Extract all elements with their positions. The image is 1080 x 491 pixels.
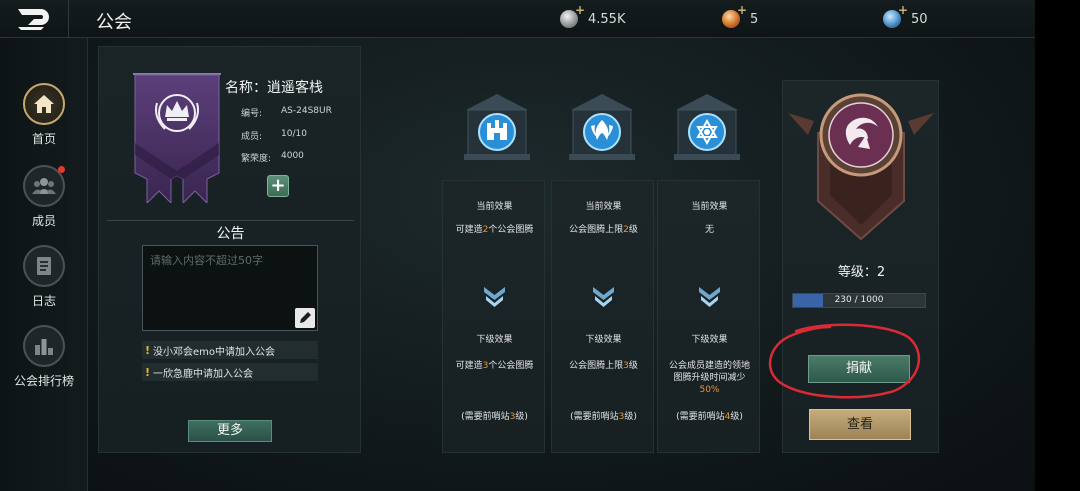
current-effect-text: 无: [704, 225, 714, 235]
next-effect-percent: 50%: [699, 385, 720, 395]
message-text: 一欣急鹿中请加入公会: [153, 368, 254, 380]
nav-label: 首页: [31, 132, 56, 146]
totem-card: 当前效果 可建造2个公会图腾 下级效果 可建造3个公会图腾 (需要前哨站3级): [442, 180, 545, 453]
screen-edge: [1035, 0, 1080, 491]
next-effect-label: 下级效果: [476, 335, 513, 345]
notice-input[interactable]: 请输入内容不超过50字: [142, 245, 318, 331]
totem-card: 当前效果 公会图腾上限2级 下级效果 公会图腾上限3级 (需要前哨站3级): [551, 180, 654, 453]
game-screen: 公会 + 4.55K + 5 + 50 首页 成员 日志 公会排行榜 名称：逍遥…: [0, 0, 1035, 491]
requirement-text: (需要前哨站3级): [461, 412, 528, 422]
next-effect-label: 下级效果: [585, 335, 622, 345]
nav-label: 公会排行榜: [13, 374, 74, 388]
nav-home-circle: [23, 83, 65, 125]
current-effect-label: 当前效果: [476, 202, 513, 212]
chevron-down-icon: [699, 287, 720, 307]
top-divider: [68, 0, 69, 38]
view-button[interactable]: 查看: [809, 409, 911, 440]
resource-value: 4.55K: [588, 11, 626, 27]
plus-icon: +: [897, 3, 908, 17]
requirement-text: (需要前哨站4级): [676, 412, 743, 422]
current-effect-text: 可建造2个公会图腾: [455, 225, 534, 235]
nav-home[interactable]: 首页: [0, 83, 88, 147]
nav-members-circle: [23, 165, 65, 207]
notice-title: 公告: [216, 226, 245, 242]
chevron-down-icon: [593, 287, 614, 307]
blue-gem-icon: +: [883, 3, 908, 28]
guild-prosperity-row: 繁荣度: 4000: [241, 151, 304, 164]
page-title: 公会: [96, 12, 132, 33]
nav-label: 成员: [31, 214, 56, 228]
star-totem-icon[interactable]: [672, 92, 742, 162]
current-effect-label: 当前效果: [691, 202, 728, 212]
next-effect-label: 下级效果: [691, 335, 728, 345]
xp-progress-bar: 230 / 1000: [792, 293, 926, 308]
next-effect-text: 公会图腾上限3级: [569, 361, 638, 371]
nav-label: 日志: [31, 294, 56, 308]
guild-name: 名称：逍遥客栈: [225, 80, 323, 96]
exclamation-icon: !: [145, 365, 151, 379]
exclamation-icon: !: [145, 343, 151, 357]
current-effect-text: 公会图腾上限2级: [569, 225, 638, 235]
nav-ranking-circle: [23, 325, 65, 367]
guild-prosperity-label: 繁荣度:: [241, 154, 272, 164]
guild-level-label: 等级：2: [837, 265, 886, 280]
guild-id-label: 编号:: [241, 109, 263, 119]
plus-icon: +: [736, 3, 747, 17]
join-message: ! 没小邓会emo中请加入公会: [142, 341, 318, 359]
guild-level-panel: 等级：2 230 / 1000 捐献 查看: [782, 80, 939, 453]
guild-banner-icon: [133, 73, 221, 203]
next-effect-line: 图腾升级时间减少: [673, 373, 746, 383]
resource-value: 5: [750, 11, 759, 27]
guild-prosperity-value: 4000: [281, 151, 304, 161]
members-icon: [32, 178, 56, 194]
silver-coin-icon: +: [560, 3, 585, 28]
next-effect-line: 公会成员建造的领地: [668, 361, 750, 371]
message-text: 没小邓会emo中请加入公会: [153, 346, 276, 358]
nav-members[interactable]: 成员: [0, 165, 88, 229]
log-icon: [37, 257, 51, 275]
flame-totem-icon[interactable]: [567, 92, 637, 162]
next-effect-text: 可建造3个公会图腾: [455, 361, 534, 371]
home-icon: [34, 95, 54, 113]
side-nav: 首页 成员 日志 公会排行榜: [0, 38, 88, 491]
resource-medal[interactable]: + 5: [722, 3, 759, 30]
totem-card: 当前效果 无 下级效果 公会成员建造的领地 图腾升级时间减少 50% (需要前哨…: [657, 180, 760, 453]
guild-info-panel: 名称：逍遥客栈 编号: AS-24S8UR 成员: 10/10 繁荣度: 400…: [98, 46, 361, 453]
current-effect-label: 当前效果: [585, 202, 622, 212]
more-button[interactable]: 更多: [188, 420, 272, 442]
notification-badge: [58, 166, 65, 173]
nav-log[interactable]: 日志: [0, 245, 88, 309]
resource-gem[interactable]: + 50: [883, 3, 928, 30]
guild-level-emblem-icon: [788, 93, 934, 241]
gold-medal-icon: +: [722, 3, 747, 28]
back-arrow-icon[interactable]: [14, 6, 54, 32]
ranking-icon: [35, 339, 53, 355]
nav-log-circle: [23, 245, 65, 287]
guild-members-value: 10/10: [281, 129, 307, 139]
nav-ranking[interactable]: 公会排行榜: [0, 325, 88, 389]
join-message: ! 一欣急鹿中请加入公会: [142, 363, 318, 381]
castle-totem-icon[interactable]: [462, 92, 532, 162]
resource-value: 50: [911, 11, 928, 27]
guild-id-row: 编号: AS-24S8UR: [241, 106, 332, 119]
notice-placeholder: 请输入内容不超过50字: [150, 254, 263, 267]
divider: [107, 220, 354, 221]
pencil-edit-icon[interactable]: [295, 308, 315, 328]
resource-silver[interactable]: + 4.55K: [560, 3, 626, 30]
guild-members-label: 成员:: [241, 132, 263, 142]
top-bar: 公会 + 4.55K + 5 + 50: [0, 0, 1035, 38]
donate-button[interactable]: 捐献: [808, 355, 910, 383]
chevron-down-icon: [484, 287, 505, 307]
xp-progress-text: 230 / 1000: [834, 295, 884, 305]
requirement-text: (需要前哨站3级): [570, 412, 637, 422]
guild-members-row: 成员: 10/10: [241, 129, 307, 142]
plus-icon: +: [574, 3, 585, 17]
add-button[interactable]: +: [267, 175, 289, 197]
guild-id-value: AS-24S8UR: [281, 106, 332, 116]
